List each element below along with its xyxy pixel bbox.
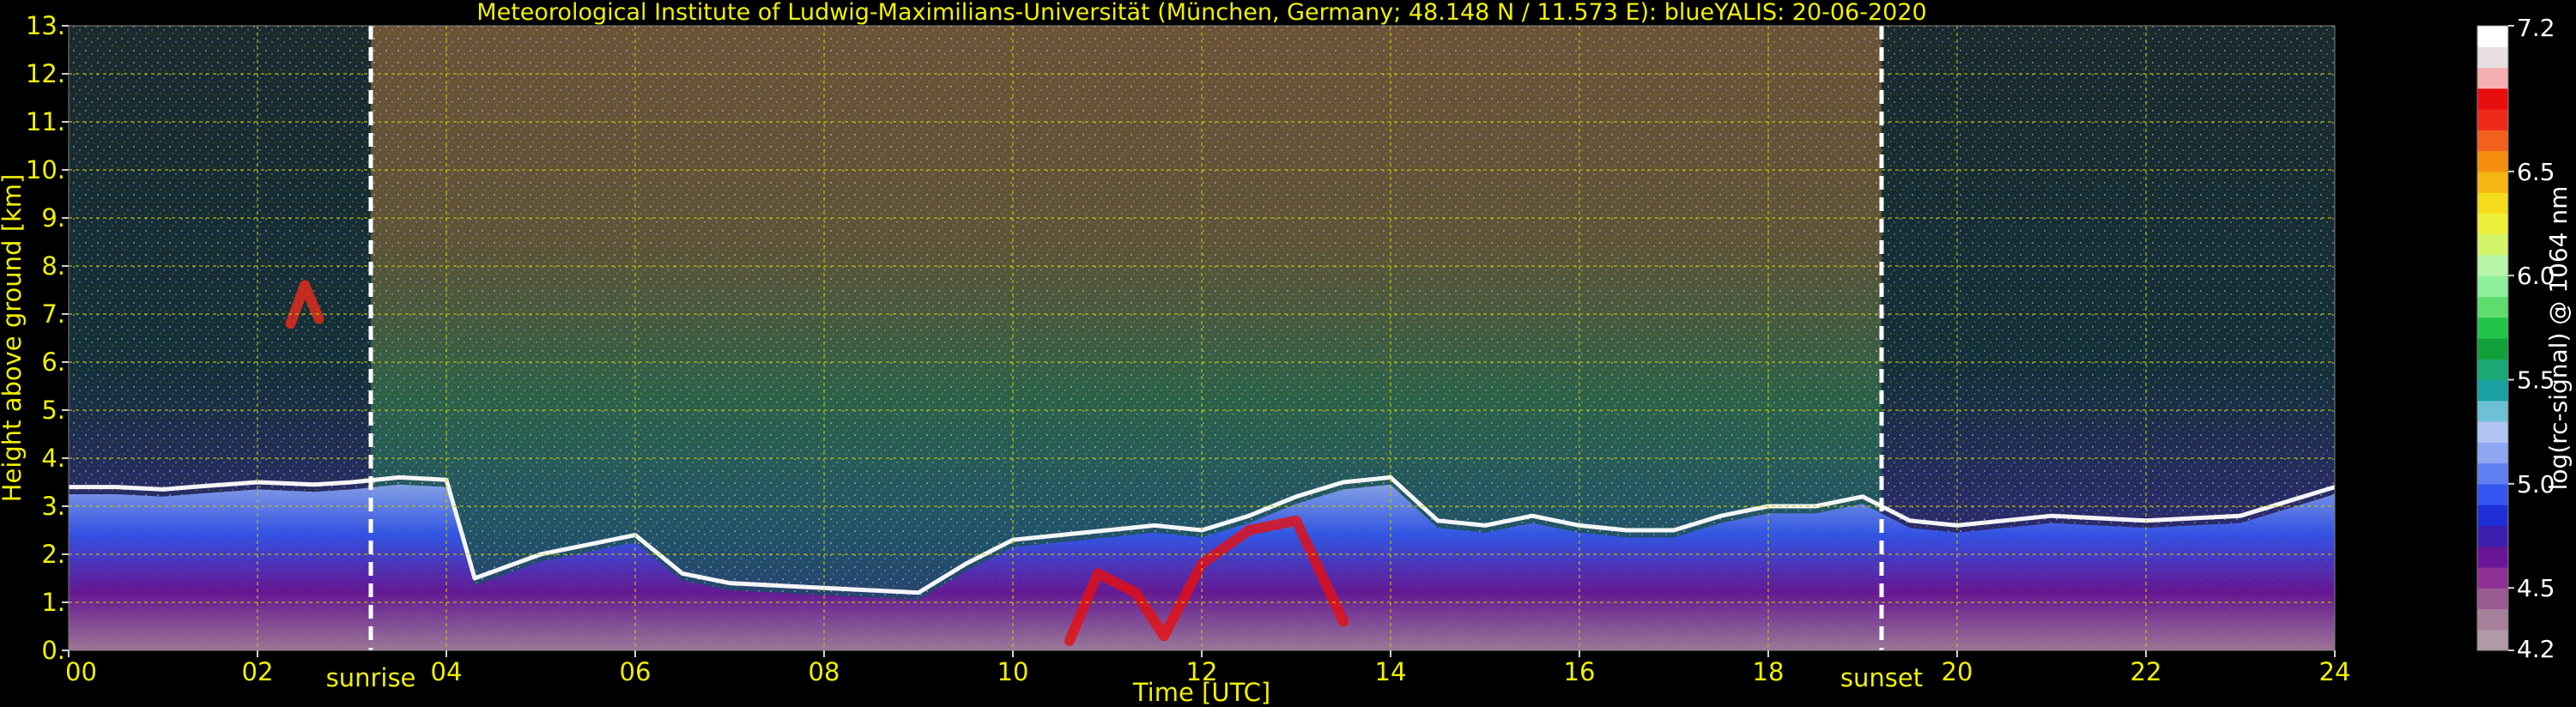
- colorbar-swatch: [2477, 130, 2508, 152]
- y-tick-label: 4.: [41, 444, 65, 473]
- colorbar-swatch: [2477, 462, 2508, 485]
- colorbar-swatch: [2477, 359, 2508, 381]
- colorbar-swatch: [2477, 505, 2508, 526]
- colorbar-swatch: [2477, 254, 2508, 276]
- colorbar-swatch: [2477, 546, 2508, 568]
- lidar-quicklook-figure: sunrise sunset 00 02 04 06 08 10 12 14 16 18 20 22 24…: [0, 0, 2573, 707]
- colorbar-swatch: [2477, 109, 2508, 130]
- colorbar-tick-label: 7.2: [2517, 14, 2555, 42]
- colorbar-swatch: [2477, 88, 2508, 110]
- colorbar-swatch: [2477, 26, 2508, 47]
- colorbar-swatch: [2477, 296, 2508, 318]
- y-tick-label: 7.: [41, 299, 65, 329]
- colorbar-swatches: [2477, 26, 2508, 651]
- colorbar-swatch: [2477, 317, 2508, 339]
- y-tick-label: 2.: [41, 540, 65, 569]
- x-tick-label: 22: [2131, 657, 2162, 686]
- colorbar-swatch: [2477, 421, 2508, 443]
- colorbar-tick-label: 4.5: [2517, 574, 2555, 602]
- x-tick-label: 04: [431, 657, 463, 686]
- x-tick-label: 02: [242, 657, 274, 686]
- x-tick-label: 20: [1942, 657, 1973, 686]
- colorbar-swatch: [2477, 629, 2508, 651]
- colorbar-swatch: [2477, 192, 2508, 214]
- colorbar-swatch: [2477, 483, 2508, 505]
- x-tick-label: 06: [620, 657, 652, 686]
- x-tick-label: 10: [997, 657, 1029, 686]
- colorbar-swatch: [2477, 525, 2508, 547]
- y-tick-label: 9.: [41, 203, 65, 233]
- colorbar-tick-label: 4.2: [2517, 635, 2555, 663]
- colorbar: 4.24.55.05.56.06.57.2 log(rc-signal) @ 1…: [2476, 14, 2573, 663]
- y-tick-label: 10.: [26, 155, 65, 184]
- y-tick-label: 13.: [26, 11, 65, 40]
- colorbar-swatch: [2477, 67, 2508, 89]
- x-tick-label: 00: [65, 657, 97, 686]
- colorbar-swatch: [2477, 338, 2508, 360]
- colorbar-swatch: [2477, 442, 2508, 464]
- y-tick-label: 5.: [41, 396, 65, 425]
- plot-area: sunrise sunset: [68, 25, 2336, 692]
- y-tick-label: 6.: [41, 347, 65, 377]
- y-axis-label: Height above ground [km]: [0, 174, 27, 503]
- x-tick-label: 16: [1564, 657, 1596, 686]
- y-tick-label: 11.: [26, 107, 65, 136]
- colorbar-swatch: [2477, 233, 2508, 256]
- x-axis-label: Time [UTC]: [1132, 678, 1270, 707]
- colorbar-swatch: [2477, 150, 2508, 172]
- sunset-label: sunset: [1840, 663, 1923, 692]
- colorbar-swatch: [2477, 588, 2508, 610]
- y-axis: 0. 1. 2. 3. 4. 5. 6. 7. 8. 9. 10. 11. 12. 13.: [26, 11, 69, 665]
- colorbar-label: log(rc-signal) @ 1064 nm: [2544, 186, 2573, 491]
- colorbar-swatch: [2477, 400, 2508, 422]
- colorbar-swatch: [2477, 171, 2508, 193]
- colorbar-tick-label: 6.5: [2517, 158, 2555, 186]
- colorbar-swatch: [2477, 608, 2508, 631]
- colorbar-swatch: [2477, 379, 2508, 402]
- y-tick-label: 3.: [41, 492, 65, 521]
- y-tick-label: 8.: [41, 251, 65, 281]
- x-tick-label: 14: [1375, 657, 1407, 686]
- colorbar-swatch: [2477, 566, 2508, 589]
- sunrise-label: sunrise: [326, 663, 416, 692]
- x-tick-label: 08: [809, 657, 840, 686]
- colorbar-swatch: [2477, 275, 2508, 298]
- y-tick-label: 1.: [41, 588, 65, 617]
- y-tick-label: 12.: [26, 59, 65, 88]
- y-tick-label: 0.: [41, 636, 65, 665]
- colorbar-swatch: [2477, 213, 2508, 235]
- x-tick-label: 24: [2319, 657, 2351, 686]
- chart-title: Meteorological Institute of Ludwig-Maxim…: [476, 0, 1926, 26]
- x-tick-label: 18: [1753, 657, 1785, 686]
- colorbar-swatch: [2477, 46, 2508, 69]
